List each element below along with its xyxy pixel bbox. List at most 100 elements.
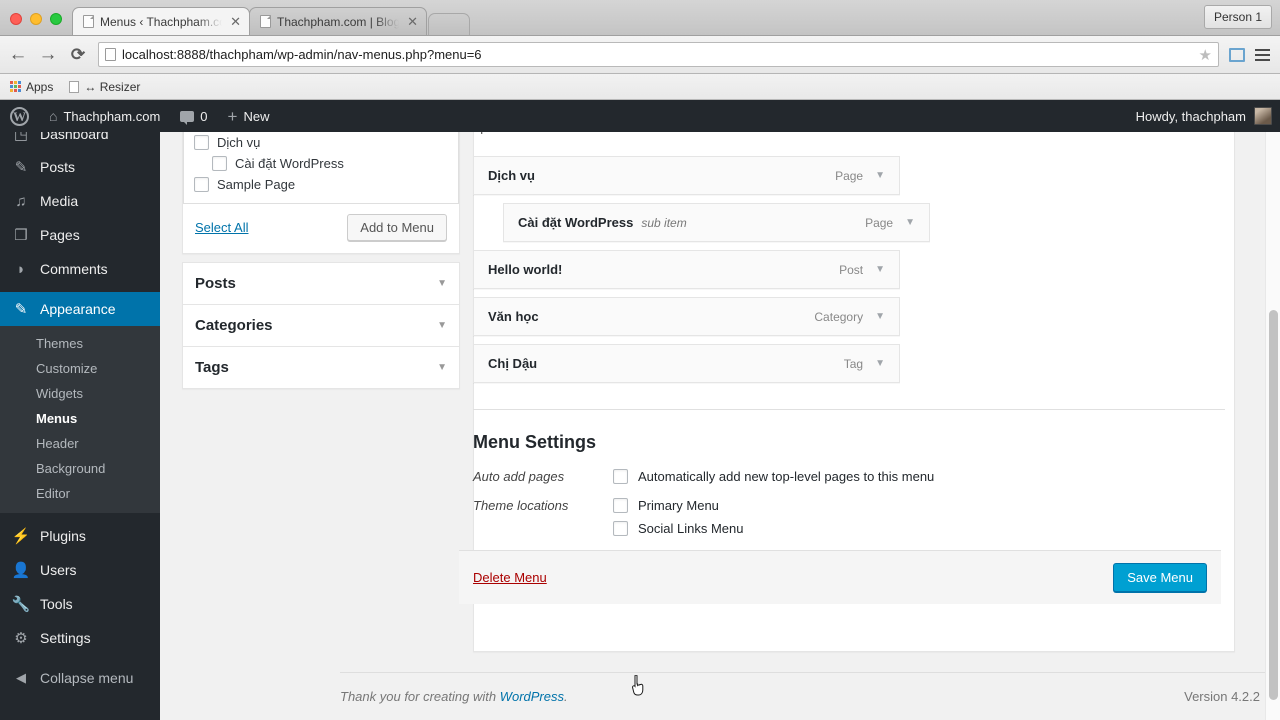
checkbox[interactable]	[613, 521, 628, 536]
list-item[interactable]: Cài đặt WordPress	[194, 153, 448, 174]
close-window-button[interactable]	[10, 13, 22, 25]
pages-metabox-actions: Select All Add to Menu	[183, 204, 459, 253]
menu-item-row[interactable]: Hello world! Post ▼	[473, 250, 900, 289]
sidebar-item-label: Comments	[40, 261, 108, 277]
resizer-extension-icon[interactable]	[1229, 47, 1245, 62]
list-item[interactable]: Sample Page	[194, 174, 448, 195]
menu-item-row[interactable]: Cài đặt WordPress sub item Page ▼	[503, 203, 930, 242]
sidebar-item-label: Tools	[40, 596, 73, 612]
bookmark-star-icon[interactable]: ★	[1199, 46, 1212, 64]
chevron-down-icon[interactable]: ▼	[875, 358, 885, 369]
checkbox[interactable]	[212, 156, 227, 171]
comments-link[interactable]: 0	[170, 100, 217, 132]
bookmark-resizer[interactable]: ↔ Resizer	[69, 80, 140, 94]
chevron-down-icon[interactable]: ▼	[437, 362, 447, 373]
bookmark-apps[interactable]: Apps	[10, 80, 53, 94]
posts-metabox[interactable]: Posts ▼	[182, 262, 460, 305]
sidebar-item-label: Settings	[40, 630, 91, 646]
chevron-down-icon[interactable]: ▼	[875, 170, 885, 181]
select-all-link[interactable]: Select All	[195, 220, 248, 235]
delete-menu-link[interactable]: Delete Menu	[473, 570, 547, 585]
chevron-down-icon[interactable]: ▼	[875, 311, 885, 322]
add-to-menu-button[interactable]: Add to Menu	[347, 214, 447, 241]
chevron-down-icon[interactable]: ▼	[875, 264, 885, 275]
forward-icon[interactable]: →	[38, 45, 58, 64]
chevron-down-icon[interactable]: ▼	[437, 278, 447, 289]
page-icon	[260, 15, 271, 28]
social-links-menu-option[interactable]: Social Links Menu	[613, 521, 744, 536]
sidebar-item-settings[interactable]: ⚙ Settings	[0, 621, 160, 655]
save-menu-button[interactable]: Save Menu	[1113, 563, 1207, 592]
auto-add-pages-option[interactable]: Automatically add new top-level pages to…	[613, 469, 934, 484]
minimize-window-button[interactable]	[30, 13, 42, 25]
menu-item-row[interactable]: Dịch vụ Page ▼	[473, 156, 900, 195]
menu-item-row[interactable]: Văn học Category ▼	[473, 297, 900, 336]
sidebar-item-posts[interactable]: ✎ Posts	[0, 150, 160, 184]
page-scrollbar[interactable]	[1265, 132, 1280, 720]
address-bar[interactable]: localhost:8888/thachpham/wp-admin/nav-me…	[98, 42, 1219, 67]
tags-metabox[interactable]: Tags ▼	[182, 347, 460, 389]
reload-icon[interactable]: ⟳	[68, 46, 88, 63]
menu-item-type: Page	[865, 215, 894, 230]
categories-metabox[interactable]: Categories ▼	[182, 305, 460, 347]
site-name-link[interactable]: ⌂ Thachpham.com	[39, 100, 170, 132]
sidebar-subitem-editor[interactable]: Editor	[0, 481, 160, 506]
main-content: Dịch vụ Cài đặt WordPress Sample Page Se…	[160, 132, 1280, 720]
menu-item-title: Hello world!	[488, 262, 563, 277]
sidebar-item-pages[interactable]: ❒ Pages	[0, 218, 160, 252]
sidebar-item-appearance[interactable]: ✎ Appearance	[0, 292, 160, 326]
browser-menu-icon[interactable]	[1255, 48, 1270, 61]
url-text: localhost:8888/thachpham/wp-admin/nav-me…	[122, 47, 482, 62]
sidebar-subitem-background[interactable]: Background	[0, 456, 160, 481]
menu-item-type: Category	[814, 309, 864, 324]
chevron-down-icon[interactable]: ▼	[437, 320, 447, 331]
scrollbar-thumb[interactable]	[1269, 310, 1278, 700]
wordpress-logo-icon: W	[10, 106, 29, 126]
categories-metabox-header[interactable]: Categories ▼	[183, 305, 459, 346]
comment-bubble-icon	[180, 110, 195, 125]
sidebar-item-users[interactable]: 👤 Users	[0, 553, 160, 587]
menu-item-title: Chị Dậu	[488, 356, 538, 371]
maximize-window-button[interactable]	[50, 13, 62, 25]
tags-metabox-header[interactable]: Tags ▼	[183, 347, 459, 388]
user-icon: 👤	[11, 562, 31, 579]
wp-logo-menu[interactable]: W	[0, 100, 39, 132]
sidebar-subitem-menus[interactable]: Menus	[0, 406, 160, 431]
checkbox[interactable]	[613, 469, 628, 484]
menu-item-row[interactable]: Chị Dậu Tag ▼	[473, 344, 900, 383]
sidebar-subitem-widgets[interactable]: Widgets	[0, 381, 160, 406]
sidebar-subitem-themes[interactable]: Themes	[0, 331, 160, 356]
toolbar-right-actions	[1229, 47, 1272, 62]
option-label: Primary Menu	[638, 498, 719, 513]
close-icon[interactable]: ✕	[228, 15, 241, 28]
checkbox[interactable]	[194, 177, 209, 192]
list-item[interactable]: Dịch vụ	[194, 132, 448, 153]
checkbox[interactable]	[194, 135, 209, 150]
menu-structure-column: optional. Dịch vụ Page ▼ Cài đặt W	[459, 132, 1260, 604]
sidebar-item-media[interactable]: ♫ Media	[0, 184, 160, 218]
sidebar-item-label: Collapse menu	[40, 670, 134, 686]
checkbox[interactable]	[613, 498, 628, 513]
auto-add-pages-row: Auto add pages Automatically add new top…	[473, 469, 1225, 484]
sidebar-subitem-header[interactable]: Header	[0, 431, 160, 456]
browser-tab-inactive[interactable]: Thachpham.com | Blog cá ✕	[249, 7, 427, 35]
posts-metabox-header[interactable]: Posts ▼	[183, 263, 459, 304]
sidebar-item-plugins[interactable]: ⚡ Plugins	[0, 519, 160, 553]
sidebar-collapse-button[interactable]: ◀ Collapse menu	[0, 661, 160, 695]
primary-menu-option[interactable]: Primary Menu	[613, 498, 744, 513]
sidebar-item-dashboard[interactable]: ◳ Dashboard	[0, 132, 160, 144]
back-icon[interactable]: ←	[8, 45, 28, 64]
new-content-link[interactable]: + New	[218, 100, 280, 132]
sidebar-item-comments[interactable]: ◗ Comments	[0, 252, 160, 286]
browser-tab-active[interactable]: Menus ‹ Thachpham.com ✕	[72, 7, 250, 35]
page-icon	[83, 15, 94, 28]
my-account-menu[interactable]: Howdy, thachpham	[1136, 107, 1280, 125]
browser-window: Menus ‹ Thachpham.com ✕ Thachpham.com | …	[0, 0, 1280, 720]
wordpress-link[interactable]: WordPress	[500, 689, 564, 704]
profile-button[interactable]: Person 1	[1203, 5, 1272, 29]
close-icon[interactable]: ✕	[405, 15, 418, 28]
sidebar-item-tools[interactable]: 🔧 Tools	[0, 587, 160, 621]
sidebar-subitem-customize[interactable]: Customize	[0, 356, 160, 381]
new-tab-button[interactable]	[428, 13, 470, 35]
chevron-down-icon[interactable]: ▼	[905, 217, 915, 228]
